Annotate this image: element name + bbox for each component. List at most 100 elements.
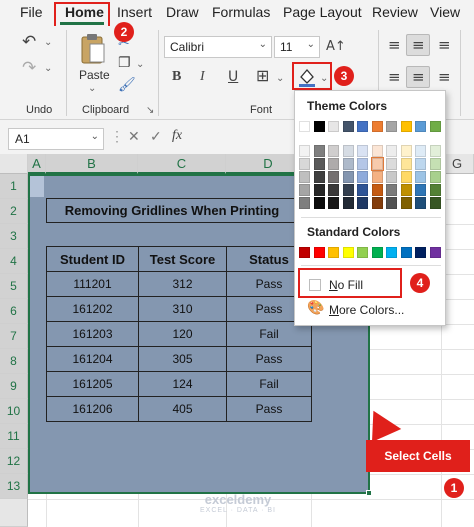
color-swatch[interactable] xyxy=(415,145,426,157)
color-swatch[interactable] xyxy=(342,197,354,209)
color-swatch[interactable] xyxy=(415,158,426,170)
format-painter-icon[interactable]: 🖌 xyxy=(118,78,136,92)
color-swatch[interactable] xyxy=(313,121,325,132)
name-box[interactable]: A1 ⌄ xyxy=(8,128,104,150)
italic-button[interactable]: I xyxy=(200,70,205,84)
paste-label[interactable]: Paste xyxy=(79,68,110,82)
color-swatch[interactable] xyxy=(386,158,397,170)
color-swatch[interactable] xyxy=(299,197,310,209)
cancel-icon[interactable]: ✕ xyxy=(128,128,140,145)
color-swatch[interactable] xyxy=(415,171,426,183)
color-swatch[interactable] xyxy=(342,171,354,183)
color-swatch[interactable] xyxy=(386,247,397,258)
row-header[interactable] xyxy=(0,499,28,527)
table-cell[interactable]: 161206 xyxy=(46,396,139,422)
color-swatch[interactable] xyxy=(313,145,325,157)
color-swatch[interactable] xyxy=(299,171,310,183)
column-header-a[interactable]: A xyxy=(28,154,46,174)
table-cell[interactable]: Pass xyxy=(226,396,312,422)
color-swatch[interactable] xyxy=(357,121,368,132)
color-swatch[interactable] xyxy=(415,121,426,132)
color-swatch[interactable] xyxy=(313,197,325,209)
font-name-select[interactable]: Calibri ⌄ xyxy=(164,36,272,58)
row-header[interactable]: 12 xyxy=(0,449,28,474)
color-swatch[interactable] xyxy=(371,247,383,258)
color-swatch[interactable] xyxy=(342,121,354,132)
color-swatch[interactable] xyxy=(386,121,397,132)
chevron-down-icon[interactable]: ⌄ xyxy=(44,64,52,74)
row-header[interactable]: 6 xyxy=(0,299,28,324)
align-top-icon[interactable]: ≡ xyxy=(388,38,401,53)
align-bottom-icon[interactable]: ≡ xyxy=(438,38,451,53)
row-header[interactable]: 2 xyxy=(0,199,28,224)
row-header[interactable]: 10 xyxy=(0,399,28,424)
color-swatch[interactable] xyxy=(415,197,426,209)
menu-view[interactable]: View xyxy=(430,4,460,20)
color-swatch[interactable] xyxy=(313,158,325,170)
table-cell[interactable]: 305 xyxy=(138,346,227,372)
row-header[interactable]: 7 xyxy=(0,324,28,349)
color-swatch[interactable] xyxy=(429,121,441,132)
column-header-c[interactable]: C xyxy=(138,154,226,174)
undo-icon[interactable]: ↶ xyxy=(22,34,36,51)
table-cell[interactable]: 161203 xyxy=(46,321,139,347)
color-swatch[interactable] xyxy=(313,171,325,183)
color-swatch[interactable] xyxy=(342,145,354,157)
table-cell[interactable]: 161202 xyxy=(46,296,139,322)
column-header-b[interactable]: B xyxy=(46,154,138,174)
menu-draw[interactable]: Draw xyxy=(166,4,199,20)
select-all-corner[interactable] xyxy=(0,154,28,174)
table-cell[interactable]: 161204 xyxy=(46,346,139,372)
table-cell[interactable]: 310 xyxy=(138,296,227,322)
color-swatch[interactable] xyxy=(357,158,368,170)
row-header[interactable]: 3 xyxy=(0,224,28,249)
color-swatch[interactable] xyxy=(342,247,354,258)
color-swatch[interactable] xyxy=(299,184,310,196)
row-header[interactable]: 11 xyxy=(0,424,28,449)
table-header[interactable]: Test Score xyxy=(138,246,227,272)
more-colors-option[interactable]: More Colors... xyxy=(329,303,404,317)
color-swatch[interactable] xyxy=(386,184,397,196)
row-header[interactable]: 5 xyxy=(0,274,28,299)
color-swatch[interactable] xyxy=(400,247,412,258)
increase-font-icon[interactable]: A↑ xyxy=(326,40,346,53)
color-swatch[interactable] xyxy=(299,145,310,157)
align-middle-icon[interactable]: ≡ xyxy=(412,38,425,53)
table-cell[interactable]: 405 xyxy=(138,396,227,422)
menu-review[interactable]: Review xyxy=(372,4,418,20)
color-swatch[interactable] xyxy=(342,184,354,196)
color-swatch[interactable] xyxy=(429,145,441,157)
color-swatch[interactable] xyxy=(371,145,383,157)
insert-function-icon[interactable]: fx xyxy=(172,128,182,144)
color-swatch[interactable] xyxy=(429,247,441,258)
color-swatch[interactable] xyxy=(429,171,441,183)
color-swatch[interactable] xyxy=(415,247,426,258)
table-cell[interactable]: 111201 xyxy=(46,271,139,297)
align-left-icon[interactable]: ≡ xyxy=(388,70,401,85)
menu-insert[interactable]: Insert xyxy=(117,4,152,20)
color-swatch[interactable] xyxy=(328,145,339,157)
table-cell[interactable]: Pass xyxy=(226,346,312,372)
menu-page-layout[interactable]: Page Layout xyxy=(283,4,362,20)
table-cell[interactable]: 161205 xyxy=(46,371,139,397)
color-swatch[interactable] xyxy=(371,197,383,209)
row-header[interactable]: 1 xyxy=(0,174,28,199)
sheet-title[interactable]: Removing Gridlines When Printing xyxy=(46,198,298,223)
color-swatch[interactable] xyxy=(313,184,325,196)
align-right-icon[interactable]: ≡ xyxy=(438,70,451,85)
active-cell[interactable] xyxy=(30,176,44,197)
table-header[interactable]: Student ID xyxy=(46,246,139,272)
enter-icon[interactable]: ✓ xyxy=(150,128,162,145)
color-swatch[interactable] xyxy=(357,247,368,258)
color-swatch[interactable] xyxy=(386,171,397,183)
color-swatch[interactable] xyxy=(328,158,339,170)
font-size-select[interactable]: 11 ⌄ xyxy=(274,36,320,58)
menu-file[interactable]: File xyxy=(20,4,43,20)
color-swatch[interactable] xyxy=(429,197,441,209)
underline-icon[interactable]: U xyxy=(228,70,238,84)
row-header[interactable]: 13 xyxy=(0,474,28,499)
color-swatch[interactable] xyxy=(400,121,412,132)
color-swatch[interactable] xyxy=(429,158,441,170)
fill-handle[interactable] xyxy=(366,490,372,496)
color-swatch[interactable] xyxy=(386,145,397,157)
